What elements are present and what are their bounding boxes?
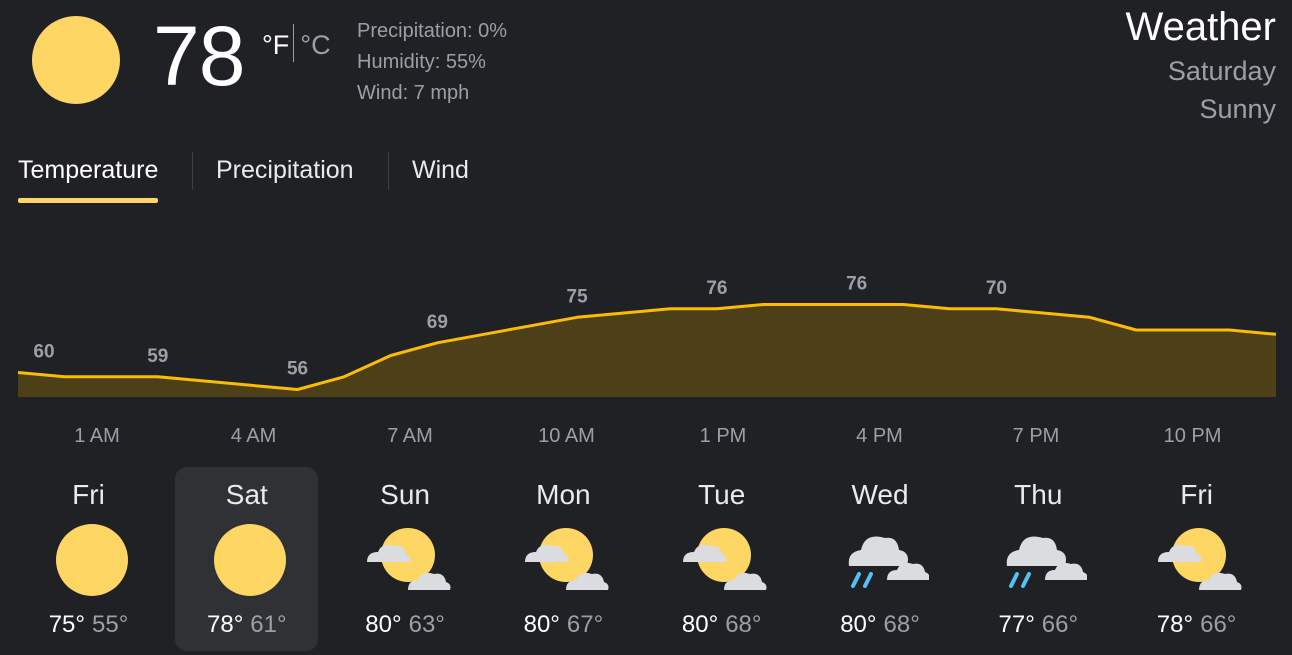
low-temp: 61°	[250, 611, 287, 638]
high-temp: 80°	[840, 611, 877, 638]
day-name: Fri	[72, 479, 105, 510]
temperature-chart: 60 59 56 69 75 76 76 70 1 AM 4 AM 7 AM 10 AM 1 PM 4 P…	[17, 274, 1277, 447]
low-temp: 66°	[1041, 611, 1079, 638]
rain-cloud-icon	[1006, 536, 1087, 588]
tab-wind[interactable]: Wind	[412, 148, 469, 204]
low-temp: 66°	[1200, 611, 1237, 638]
day-temperatures: 77° 66°	[967, 611, 1110, 639]
partly-cloudy-icon	[524, 528, 609, 590]
partly-cloudy-icon	[366, 528, 451, 590]
sun-icon	[56, 524, 128, 596]
time-label: 7 AM	[387, 425, 433, 447]
temperature-value-label: 56	[287, 359, 308, 380]
forecast-day[interactable]: Mon 80° 67°	[492, 467, 635, 651]
temperature-value-label: 69	[427, 312, 448, 333]
forecast-day[interactable]: Fri 75° 55°	[17, 467, 160, 651]
low-temp: 68°	[883, 611, 920, 638]
day-temperatures: 78° 61°	[175, 611, 318, 639]
temperature-value-label: 76	[846, 274, 867, 295]
precipitation-detail: Precipitation: 0%	[357, 20, 508, 42]
current-temperature: 78	[153, 9, 245, 103]
temperature-value-label: 60	[33, 342, 54, 363]
partly-cloudy-icon	[1158, 528, 1242, 590]
high-temp: 80°	[681, 611, 719, 638]
forecast-day[interactable]: Wed 80° 68°	[809, 467, 952, 651]
day-name: Tue	[698, 479, 746, 510]
time-label: 4 PM	[856, 425, 903, 447]
time-label: 1 PM	[700, 425, 747, 447]
weather-details: Precipitation: 0% Humidity: 55% Wind: 7 …	[357, 16, 507, 109]
forecast-day[interactable]: Thu 77° 66°	[967, 467, 1110, 651]
high-temp: 80°	[523, 611, 560, 638]
low-temp: 68°	[725, 611, 762, 638]
sun-icon	[32, 16, 120, 104]
widget-title: Weather	[1125, 5, 1276, 49]
time-label: 10 PM	[1164, 425, 1222, 447]
tab-temperature[interactable]: Temperature	[18, 148, 159, 204]
time-label: 1 AM	[74, 425, 120, 447]
humidity-detail: Humidity: 55%	[357, 51, 486, 73]
day-temperatures: 80° 68°	[650, 611, 793, 639]
time-label: 4 AM	[231, 425, 277, 447]
day-name: Mon	[536, 479, 591, 510]
partly-cloudy-icon	[683, 528, 767, 590]
rain-cloud-icon	[848, 536, 929, 588]
high-temp: 78°	[207, 611, 244, 638]
wind-detail: Wind: 7 mph	[357, 82, 470, 104]
forecast-day[interactable]: Sun 80° 63°	[334, 467, 477, 651]
temperature-value-label: 76	[706, 278, 727, 299]
forecast-day[interactable]: Sat 78° 61°	[175, 467, 319, 651]
high-temp: 75°	[48, 611, 85, 638]
temperature-value-label: 59	[147, 346, 168, 367]
sun-icon	[214, 524, 287, 596]
temperature-value-label: 75	[567, 286, 589, 307]
day-name: Wed	[851, 479, 909, 510]
day-temperatures: 80° 68°	[809, 611, 952, 639]
time-label: 10 AM	[538, 425, 595, 447]
temperature-value-label: 70	[986, 278, 1007, 299]
condition-text: Sunny	[1199, 94, 1276, 124]
unit-divider	[293, 24, 295, 62]
forecast-day[interactable]: Tue 80° 68°	[650, 467, 793, 651]
day-temperatures: 80° 63°	[334, 611, 477, 639]
celsius-button[interactable]: °C	[300, 30, 330, 60]
day-temperatures: 78° 66°	[1125, 611, 1268, 639]
fahrenheit-button[interactable]: °F	[262, 30, 289, 60]
tab-precipitation[interactable]: Precipitation	[216, 148, 354, 204]
tab-divider	[192, 152, 193, 190]
low-temp: 63°	[408, 611, 445, 638]
tab-divider	[388, 152, 389, 190]
low-temp: 67°	[566, 611, 604, 638]
day-name: Fri	[1180, 479, 1213, 510]
day-name: Thu	[1014, 479, 1063, 510]
day-temperatures: 75° 55°	[17, 611, 160, 639]
weather-header: Weather Saturday Sunny	[1126, 2, 1276, 128]
selected-day: Saturday	[1167, 56, 1276, 86]
high-temp: 80°	[365, 611, 402, 638]
day-temperatures: 80° 67°	[492, 611, 635, 639]
time-label: 7 PM	[1013, 425, 1060, 447]
high-temp: 78°	[1156, 611, 1194, 638]
unit-toggle: °F °C	[262, 24, 331, 62]
high-temp: 77°	[998, 611, 1035, 638]
day-name: Sun	[380, 479, 430, 510]
day-name: Sat	[225, 479, 268, 510]
low-temp: 55°	[92, 611, 129, 638]
forecast-day[interactable]: Fri 78° 66°	[1125, 467, 1268, 651]
